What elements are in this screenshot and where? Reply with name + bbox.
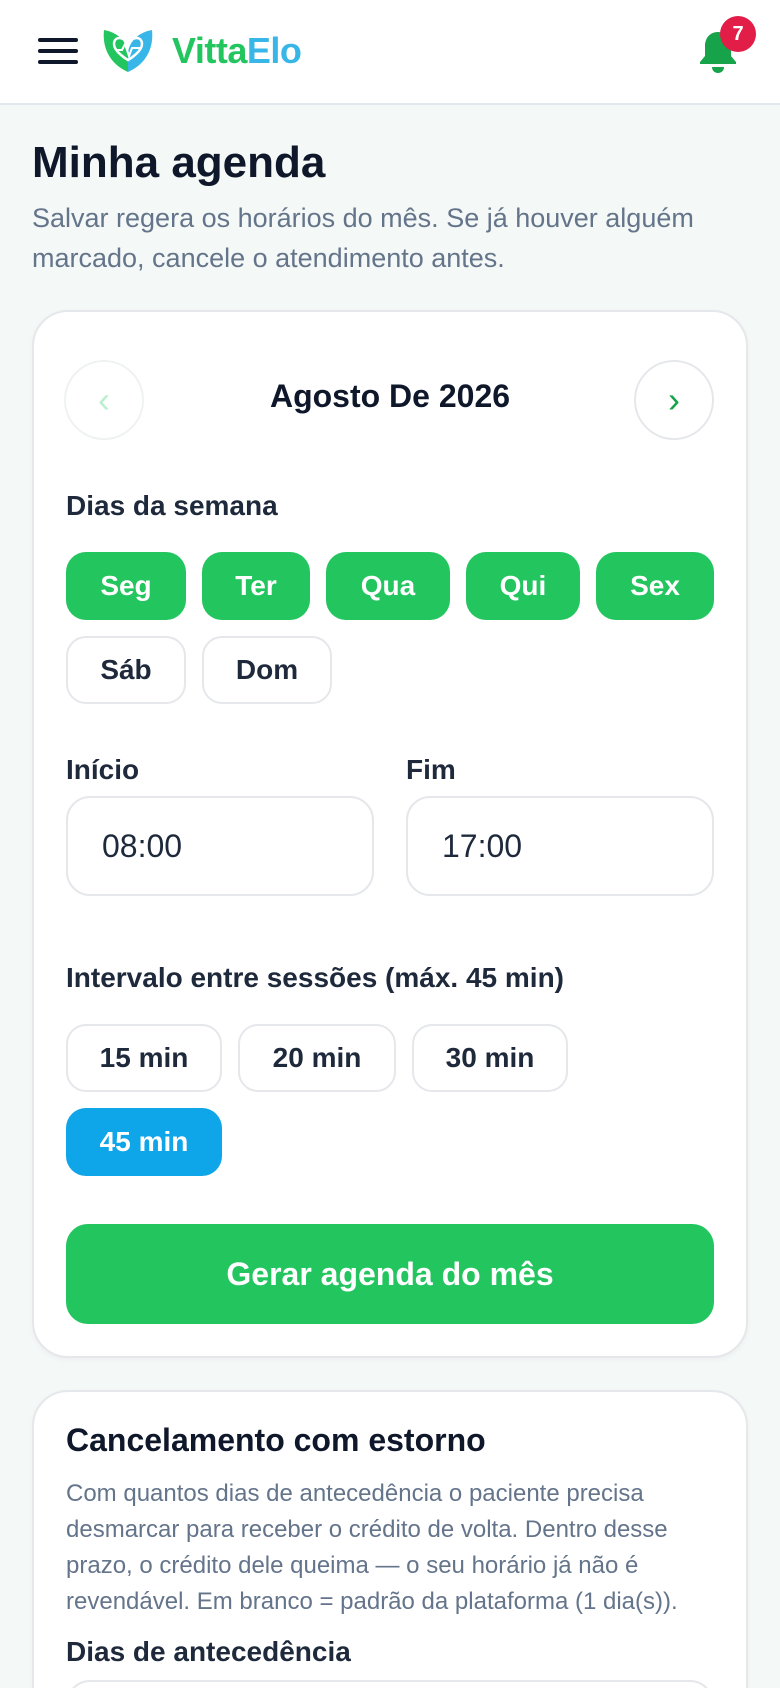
end-time-input[interactable]: 17:00 — [406, 796, 714, 896]
chevron-right-icon: › — [668, 379, 680, 420]
weekday-chip-sex[interactable]: Sex — [596, 552, 714, 620]
brand-name[interactable]: VittaElo — [172, 30, 302, 72]
cancellation-description: Com quantos dias de antecedência o pacie… — [66, 1480, 678, 1615]
cancellation-title: Cancelamento com estorno — [66, 1422, 486, 1458]
hamburger-menu-icon[interactable] — [38, 38, 78, 68]
weekday-chip-sab[interactable]: Sáb — [66, 636, 186, 704]
next-month-button[interactable]: › — [634, 360, 714, 440]
chevron-left-icon: ‹ — [98, 379, 110, 420]
weekday-chip-ter[interactable]: Ter — [202, 552, 310, 620]
interval-chip-45[interactable]: 45 min — [66, 1108, 222, 1176]
start-time-input[interactable]: 08:00 — [66, 796, 374, 896]
weekday-chip-qui[interactable]: Qui — [466, 552, 580, 620]
page-subtitle: Salvar regera os horários do mês. Se já … — [32, 203, 694, 273]
interval-chip-15[interactable]: 15 min — [66, 1024, 222, 1092]
interval-label: Intervalo entre sessões (máx. 45 min) — [66, 962, 564, 993]
leaf-heart-logo-icon — [103, 30, 153, 72]
weekday-chip-dom[interactable]: Dom — [202, 636, 332, 704]
generate-schedule-button[interactable]: Gerar agenda do mês — [66, 1224, 714, 1324]
weekday-chip-qua[interactable]: Qua — [326, 552, 450, 620]
month-label: Agosto De 2026 — [269, 378, 511, 414]
start-time-label: Início — [66, 754, 140, 785]
end-time-label: Fim — [406, 754, 456, 785]
advance-days-label: Dias de antecedência — [66, 1636, 351, 1667]
app-header: VittaElo 7 — [0, 0, 780, 105]
brand-name-part1: Vitta — [172, 30, 247, 71]
notification-badge: 7 — [720, 16, 756, 52]
interval-chip-30[interactable]: 30 min — [412, 1024, 568, 1092]
page-title: Minha agenda — [32, 138, 326, 187]
advance-days-input[interactable] — [66, 1680, 714, 1688]
weekday-chip-seg[interactable]: Seg — [66, 552, 186, 620]
interval-chip-20[interactable]: 20 min — [238, 1024, 396, 1092]
weekdays-label: Dias da semana — [66, 490, 278, 521]
previous-month-button[interactable]: ‹ — [64, 360, 144, 440]
brand-name-part2: Elo — [246, 30, 302, 71]
